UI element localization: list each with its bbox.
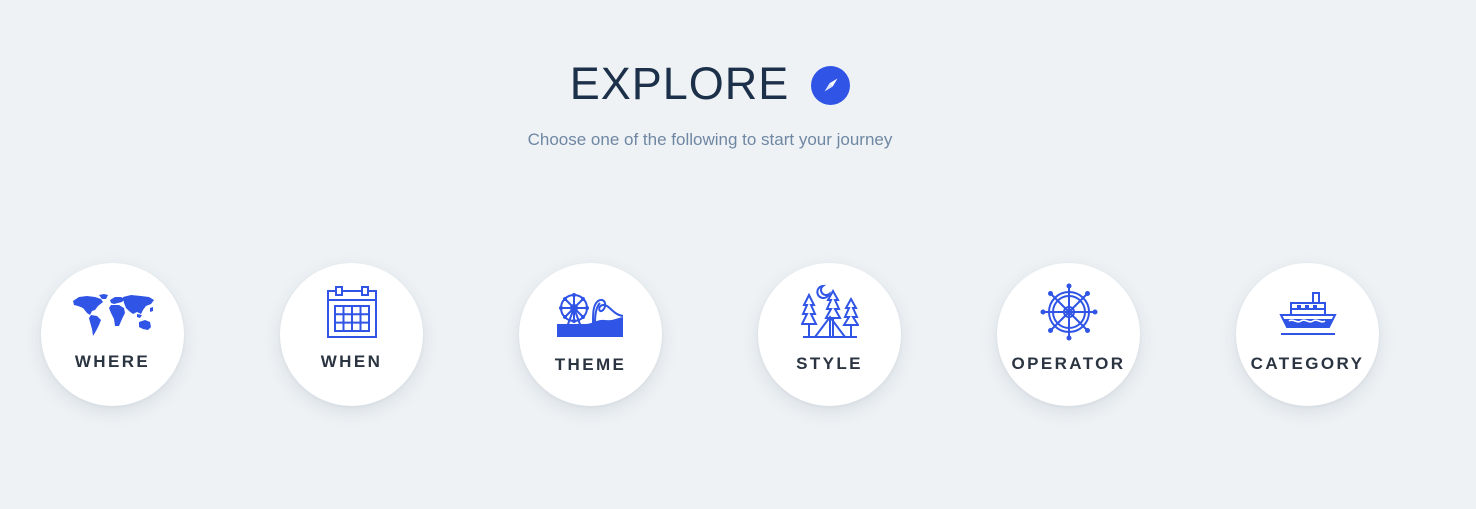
style-option-button[interactable]: STYLE (758, 263, 901, 406)
where-label: WHERE (74, 352, 151, 371)
explore-options: WHERE WHEN THEME STYLE OPERATOR CATEGORY (0, 263, 1476, 408)
ferris-wheel-rollercoaster-icon (556, 291, 625, 344)
operator-option-button[interactable]: OPERATOR (997, 263, 1140, 406)
category-option-button[interactable]: CATEGORY (1236, 263, 1379, 406)
camping-tent-icon (799, 283, 860, 344)
page-subtitle: Choose one of the following to start you… (527, 130, 893, 149)
category-label: CATEGORY (1250, 354, 1365, 373)
theme-option-button[interactable]: THEME (519, 263, 662, 406)
title-row: EXPLORE (570, 56, 851, 112)
explore-header: EXPLORE Choose one of the following to s… (0, 56, 1420, 152)
when-label: WHEN (320, 352, 383, 371)
operator-label: OPERATOR (1011, 354, 1126, 373)
page-title: EXPLORE (569, 58, 790, 109)
calendar-icon (326, 285, 378, 344)
style-label: STYLE (796, 354, 863, 373)
when-option-button[interactable]: WHEN (280, 263, 423, 406)
ship-wheel-icon (1040, 283, 1098, 346)
theme-label: THEME (554, 355, 627, 374)
where-option-button[interactable]: WHERE (41, 263, 184, 406)
compass-icon (811, 65, 851, 105)
cruise-ship-icon (1278, 291, 1337, 344)
world-map-icon (71, 293, 155, 342)
